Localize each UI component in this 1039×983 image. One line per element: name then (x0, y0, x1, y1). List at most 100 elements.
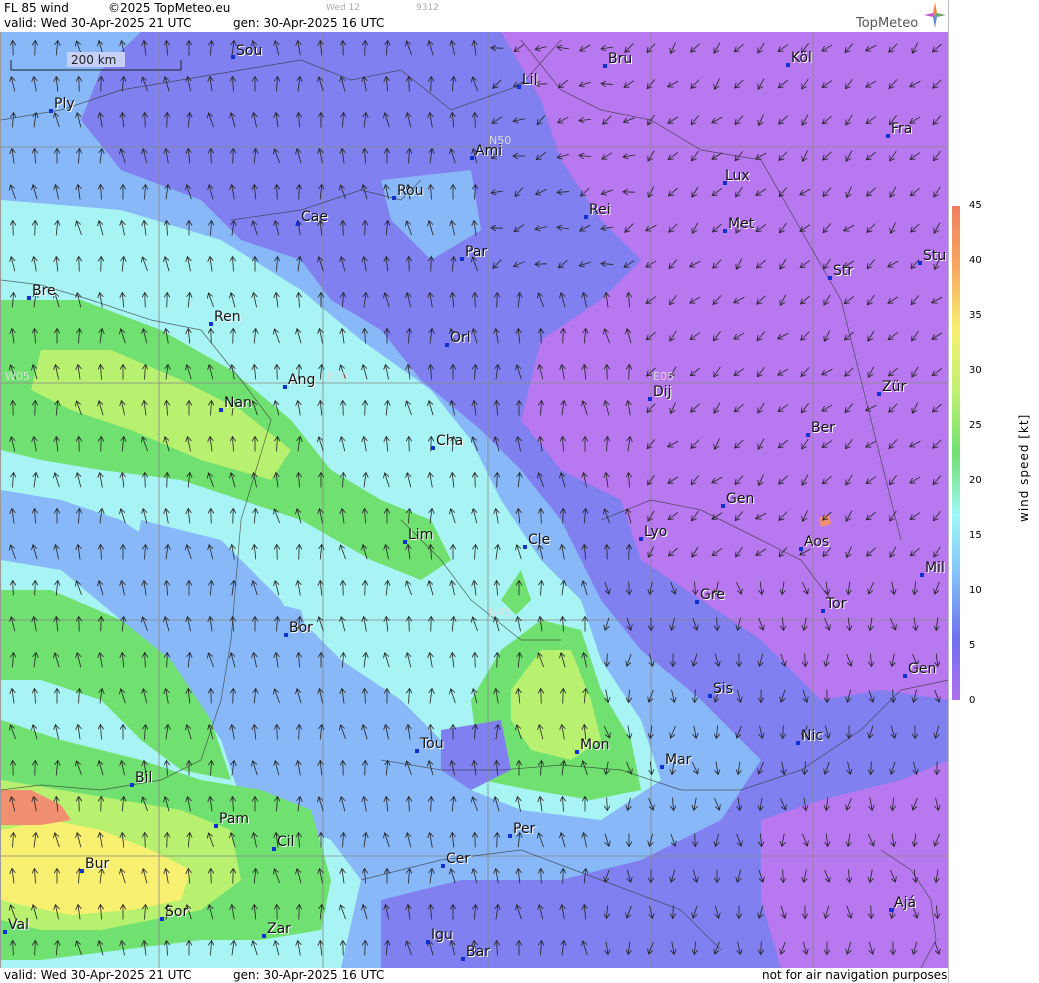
city-marker[interactable]: ValVal (3, 917, 30, 934)
wind-arrow (79, 77, 80, 92)
city-label: Ber (811, 420, 835, 436)
city-marker[interactable]: ChaCha (431, 433, 464, 450)
wind-arrow (211, 689, 212, 704)
city-label: Gen (908, 661, 936, 677)
tiny-day: Wed 12 (326, 3, 360, 13)
wind-arrow (101, 617, 102, 632)
city-marker[interactable]: MetMet (723, 216, 756, 233)
city-marker[interactable]: BurBur (80, 856, 110, 873)
city-label: Rei (589, 202, 611, 218)
city-marker[interactable]: SorSor (160, 904, 189, 921)
city-marker[interactable]: KölKöl (786, 50, 813, 67)
city-marker[interactable]: ZarZar (262, 921, 292, 938)
city-dot (209, 322, 213, 326)
city-marker[interactable]: PerPer (508, 821, 537, 838)
city-marker[interactable]: BreBre (27, 283, 57, 300)
city-marker[interactable]: CaeCae (296, 209, 329, 226)
city-marker[interactable]: LimLim (403, 527, 434, 544)
city-marker[interactable]: AngAng (283, 372, 316, 389)
city-marker[interactable]: AosAos (799, 534, 830, 551)
city-label: Bor (289, 620, 313, 636)
wind-arrow (101, 257, 102, 272)
city-marker[interactable]: StuStu (918, 248, 947, 265)
city-marker[interactable]: MarMar (660, 752, 693, 769)
city-dot (219, 408, 223, 412)
legend-tick: 10 (969, 585, 982, 596)
wind-arrow (233, 329, 234, 344)
city-label: Lil (522, 72, 538, 88)
city-dot (886, 134, 890, 138)
copyright: ©2025 TopMeteo.eu (108, 1, 231, 15)
wind-arrow (211, 149, 212, 164)
tiny-code: 9312 (416, 3, 439, 13)
wind-arrow (79, 617, 80, 632)
wind-arrow (277, 365, 278, 380)
wind-arrow (13, 401, 14, 416)
city-marker[interactable]: GenGen (903, 661, 937, 678)
city-label: Lyo (644, 524, 667, 540)
wind-arrow (541, 509, 542, 524)
city-marker[interactable]: CleCle (523, 532, 551, 549)
city-dot (431, 446, 435, 450)
city-marker[interactable]: ZürZür (877, 379, 907, 396)
city-marker[interactable]: AjáAjá (889, 895, 917, 912)
wind-arrow (365, 221, 366, 236)
city-marker[interactable]: MonMon (575, 737, 611, 754)
city-marker[interactable]: LyoLyo (639, 524, 668, 541)
grid-label: W05 (5, 370, 30, 383)
city-dot (903, 674, 907, 678)
city-dot (460, 257, 464, 261)
city-marker[interactable]: RenRen (209, 309, 242, 326)
city-label: Ply (54, 96, 75, 112)
wind-arrow (299, 725, 300, 740)
city-label: Tor (825, 596, 847, 612)
city-label: Ang (288, 372, 315, 388)
city-marker[interactable]: LuxLux (723, 168, 751, 185)
wind-arrow (79, 797, 80, 812)
wind-arrow (167, 653, 168, 668)
city-marker[interactable]: PamPam (214, 811, 250, 828)
wind-arrow (79, 257, 80, 272)
city-label: Lux (725, 168, 750, 184)
city-dot (575, 750, 579, 754)
city-marker[interactable]: AmiAmi (470, 143, 503, 160)
city-marker[interactable]: RouRou (392, 183, 425, 200)
city-marker[interactable]: NicNic (796, 728, 824, 745)
city-label: Zar (267, 921, 291, 937)
city-label: Lim (408, 527, 433, 543)
city-dot (584, 215, 588, 219)
wind-arrow (343, 41, 344, 56)
topmeteo-logo: TopMeteo (852, 2, 946, 32)
legend-tick: 45 (969, 200, 982, 211)
city-dot (695, 600, 699, 604)
city-marker[interactable]: GreGre (695, 587, 726, 604)
city-marker[interactable]: GenGen (721, 491, 755, 508)
city-marker[interactable]: TouTou (415, 736, 445, 753)
city-marker[interactable]: NanNan (219, 395, 253, 412)
city-label: Bru (608, 51, 632, 67)
city-dot (470, 156, 474, 160)
city-marker[interactable]: BerBer (806, 420, 836, 437)
wind-arrow (35, 221, 36, 236)
grid-label: N45 (489, 606, 511, 619)
city-marker[interactable]: BruBru (603, 51, 633, 68)
city-label: Par (465, 244, 487, 260)
city-dot (461, 957, 465, 961)
city-label: Cae (301, 209, 328, 225)
city-dot (828, 276, 832, 280)
wind-map[interactable]: 200 km N50 N45 W05 E00 E05 Sou Sou Ply Ply Lil Li… (0, 32, 949, 968)
city-marker[interactable]: CerCer (441, 851, 471, 868)
city-marker[interactable]: SouSou (231, 43, 263, 60)
wind-arrow (365, 941, 366, 956)
city-dot (426, 940, 430, 944)
city-marker[interactable]: FraFra (886, 121, 913, 138)
city-marker[interactable]: ParPar (460, 244, 488, 261)
city-marker[interactable]: ReiRei (584, 202, 612, 219)
city-dot (445, 343, 449, 347)
wind-arrow (607, 365, 608, 380)
city-marker[interactable]: IguIgu (426, 927, 454, 944)
wind-arrow (563, 509, 564, 524)
city-marker[interactable]: BarBar (461, 944, 491, 961)
city-marker[interactable]: BorBor (284, 620, 314, 637)
city-label: Mar (665, 752, 692, 768)
